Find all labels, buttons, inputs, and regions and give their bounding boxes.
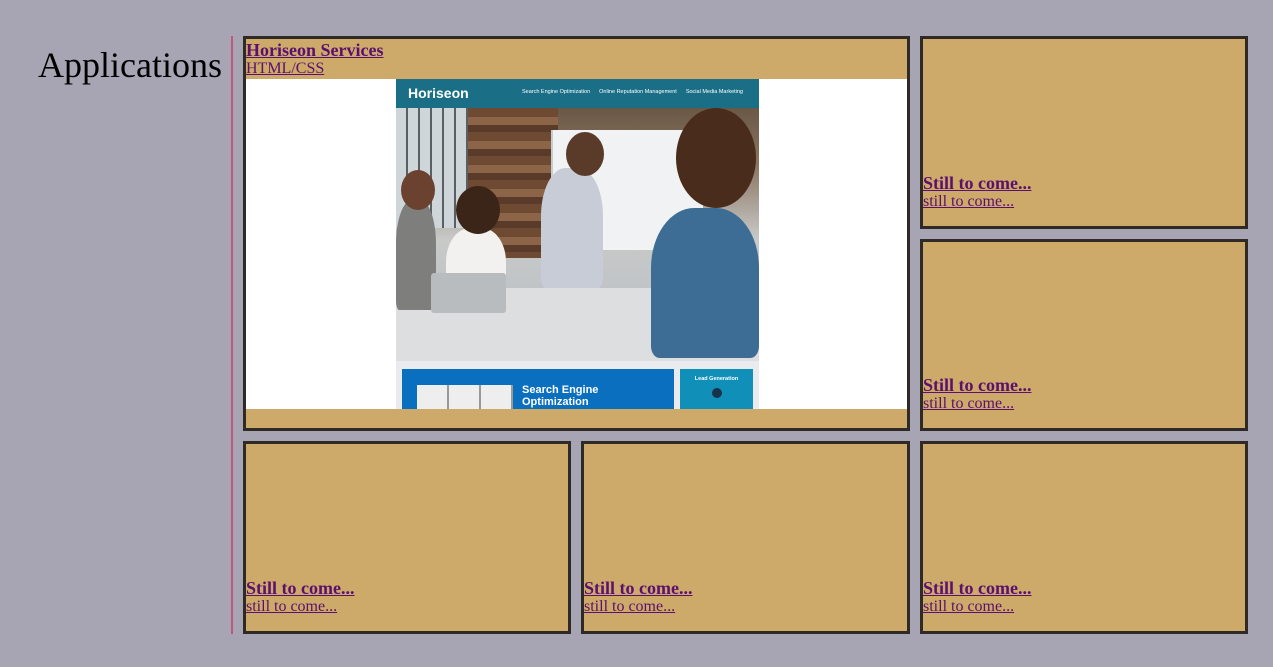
vertical-divider xyxy=(231,36,233,634)
mock-nav-item: Search Engine Optimization xyxy=(521,89,591,95)
lead-generation-icon xyxy=(711,388,722,398)
placeholder-title-link[interactable]: Still to come... xyxy=(584,578,692,598)
project-title-link[interactable]: Horiseon Services xyxy=(246,40,383,60)
placeholder-card[interactable]: Still to come... still to come... xyxy=(920,36,1248,229)
project-card-horiseon[interactable]: Horiseon Services HTML/CSS Horiseon Sear… xyxy=(243,36,910,431)
mock-side-block: Lead Generation xyxy=(680,369,753,409)
mock-feature-title: Search Engine Optimization xyxy=(522,384,598,408)
mock-site-header: Horiseon Search Engine Optimization Onli… xyxy=(396,79,759,108)
mock-person-head xyxy=(566,132,604,176)
placeholder-title-link[interactable]: Still to come... xyxy=(923,173,1031,193)
placeholder-card-text: Still to come... still to come... xyxy=(246,578,354,616)
placeholder-card[interactable]: Still to come... still to come... xyxy=(920,441,1248,634)
placeholder-title-link[interactable]: Still to come... xyxy=(923,375,1031,395)
mock-person xyxy=(651,208,759,358)
mock-person-head xyxy=(456,186,500,234)
placeholder-card-text: Still to come... still to come... xyxy=(584,578,692,616)
placeholder-card[interactable]: Still to come... still to come... xyxy=(920,239,1248,431)
mock-person-head xyxy=(401,170,435,210)
placeholder-subtitle-link[interactable]: still to come... xyxy=(923,395,1031,413)
placeholder-card-text: Still to come... still to come... xyxy=(923,578,1031,616)
mock-feature-thumbnails xyxy=(417,385,513,409)
placeholder-subtitle-link[interactable]: still to come... xyxy=(246,598,354,616)
mock-person xyxy=(396,200,436,310)
mock-side-label: Lead Generation xyxy=(694,376,739,382)
mock-nav-item: Online Reputation Management xyxy=(599,89,677,95)
placeholder-title-link[interactable]: Still to come... xyxy=(923,578,1031,598)
mock-hero-photo xyxy=(396,108,759,361)
mock-person xyxy=(541,168,603,288)
project-preview-image[interactable]: Horiseon Search Engine Optimization Onli… xyxy=(246,79,907,409)
placeholder-subtitle-link[interactable]: still to come... xyxy=(584,598,692,616)
mock-laptop xyxy=(431,273,506,313)
placeholder-card-text: Still to come... still to come... xyxy=(923,173,1031,211)
project-subtitle-link[interactable]: HTML/CSS xyxy=(246,60,383,78)
placeholder-card[interactable]: Still to come... still to come... xyxy=(581,441,910,634)
placeholder-card[interactable]: Still to come... still to come... xyxy=(243,441,571,634)
applications-page: Applications Horiseon Services HTML/CSS … xyxy=(0,0,1273,667)
mock-person-head xyxy=(676,108,756,208)
placeholder-subtitle-link[interactable]: still to come... xyxy=(923,598,1031,616)
mock-site-nav: Search Engine Optimization Online Reputa… xyxy=(522,89,743,95)
horiseon-screenshot: Horiseon Search Engine Optimization Onli… xyxy=(396,79,759,409)
placeholder-card-text: Still to come... still to come... xyxy=(923,375,1031,413)
mock-nav-item: Social Media Marketing xyxy=(685,89,743,95)
mock-feature-title-line: Optimization xyxy=(522,396,589,408)
section-title: Applications xyxy=(38,45,222,85)
mock-site-logo: Horiseon xyxy=(408,85,469,101)
placeholder-subtitle-link[interactable]: still to come... xyxy=(923,193,1031,211)
placeholder-title-link[interactable]: Still to come... xyxy=(246,578,354,598)
mock-feature-block: Search Engine Optimization xyxy=(402,369,674,409)
mock-feature-title-line: Search Engine xyxy=(522,384,599,396)
project-card-text: Horiseon Services HTML/CSS xyxy=(246,40,383,78)
